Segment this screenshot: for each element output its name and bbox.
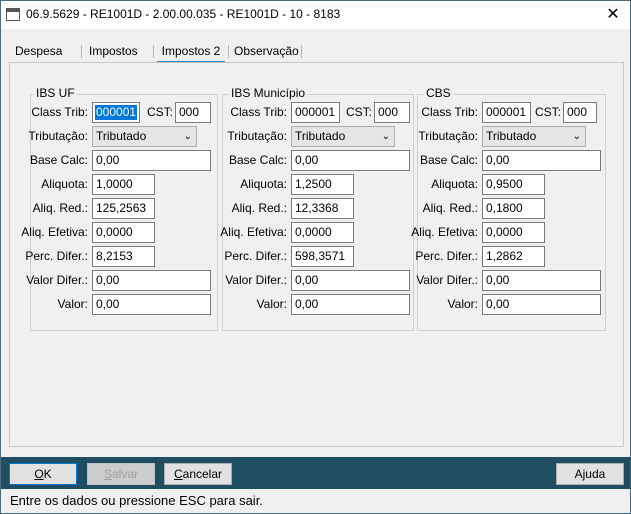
base-calc-label: Base Calc: <box>419 153 478 167</box>
perc-difer-label: Perc. Difer.: <box>224 249 287 263</box>
ajuda-button[interactable]: Ajuda <box>556 463 624 485</box>
salvar-accel: S <box>103 467 112 481</box>
aliq-red-label: Aliq. Red.: <box>422 201 478 215</box>
tab-strip: Despesa Impostos Impostos 2 Observação <box>1 41 630 63</box>
valor-difer-input[interactable]: 0,00 <box>92 270 211 291</box>
valor-difer-input[interactable]: 0,00 <box>482 270 601 291</box>
title-bar: 06.9.5629 - RE1001D - 2.00.00.035 - RE10… <box>1 1 630 29</box>
base-calc-label: Base Calc: <box>29 153 88 167</box>
ok-label-rest: K <box>43 467 52 481</box>
class-trib-value: 000001 <box>95 105 138 120</box>
chevron-down-icon: ⌄ <box>572 131 581 142</box>
aliquota-input[interactable]: 1,0000 <box>92 174 155 195</box>
tab-impostos[interactable]: Impostos <box>87 41 140 61</box>
aliq-red-input[interactable]: 12,3368 <box>291 198 354 219</box>
valor-difer-input[interactable]: 0,00 <box>291 270 410 291</box>
tab-separator <box>81 45 82 58</box>
salvar-button[interactable]: Salvar <box>87 463 155 485</box>
class-trib-input[interactable]: 000001 <box>291 102 340 123</box>
cancelar-label-rest: ancelar <box>182 467 223 481</box>
tributacao-select[interactable]: Tributado ⌄ <box>482 126 586 147</box>
dialog-window: 06.9.5629 - RE1001D - 2.00.00.035 - RE10… <box>0 0 631 514</box>
group-title: CBS <box>424 86 453 100</box>
cst-label: CST: <box>345 105 372 119</box>
perc-difer-input[interactable]: 1,2862 <box>482 246 545 267</box>
aliq-efetiva-label: Aliq. Efetiva: <box>21 225 88 239</box>
aliq-efetiva-input[interactable]: 0,0000 <box>92 222 155 243</box>
cst-label: CST: <box>534 105 561 119</box>
class-trib-input[interactable]: 000001 <box>482 102 531 123</box>
base-calc-label: Base Calc: <box>228 153 287 167</box>
tributacao-value: Tributado <box>295 129 346 143</box>
valor-label: Valor: <box>57 297 88 311</box>
valor-input[interactable]: 0,00 <box>291 294 410 315</box>
perc-difer-label: Perc. Difer.: <box>25 249 88 263</box>
aliquota-label: Aliquota: <box>240 177 287 191</box>
group-title: IBS Município <box>229 86 308 100</box>
tab-separator <box>301 45 302 58</box>
tributacao-label: Tributação: <box>418 129 478 143</box>
tributacao-label: Tributação: <box>28 129 88 143</box>
ok-button[interactable]: OK <box>9 463 77 485</box>
tributacao-value: Tributado <box>486 129 537 143</box>
status-bar: Entre os dados ou pressione ESC para sai… <box>1 489 630 513</box>
perc-difer-label: Perc. Difer.: <box>415 249 478 263</box>
tab-separator <box>153 45 154 58</box>
perc-difer-input[interactable]: 8,2153 <box>92 246 155 267</box>
aliquota-label: Aliquota: <box>41 177 88 191</box>
perc-difer-input[interactable]: 598,3571 <box>291 246 354 267</box>
class-trib-label: Class Trib: <box>230 105 287 119</box>
valor-input[interactable]: 0,00 <box>92 294 211 315</box>
cst-input[interactable]: 000 <box>374 102 410 123</box>
valor-difer-label: Valor Difer.: <box>225 273 287 287</box>
tab-observacao[interactable]: Observação <box>232 41 301 61</box>
cst-input[interactable]: 000 <box>175 102 211 123</box>
tab-despesa[interactable]: Despesa <box>13 41 64 61</box>
tributacao-select[interactable]: Tributado ⌄ <box>291 126 395 147</box>
tributacao-value: Tributado <box>96 129 147 143</box>
salvar-label-rest: alvar <box>112 467 139 481</box>
status-text: Entre os dados ou pressione ESC para sai… <box>10 493 263 508</box>
cst-label: CST: <box>146 105 173 119</box>
aliq-red-label: Aliq. Red.: <box>32 201 88 215</box>
tributacao-select[interactable]: Tributado ⌄ <box>92 126 197 147</box>
ok-accel: O <box>34 467 44 481</box>
group-title: IBS UF <box>34 86 77 100</box>
aliquota-label: Aliquota: <box>431 177 478 191</box>
base-calc-input[interactable]: 0,00 <box>92 150 211 171</box>
valor-difer-label: Valor Difer.: <box>416 273 478 287</box>
class-trib-label: Class Trib: <box>31 105 88 119</box>
aliq-efetiva-input[interactable]: 0,0000 <box>482 222 545 243</box>
aliq-red-input[interactable]: 125,2563 <box>92 198 155 219</box>
cancelar-accel: C <box>173 467 183 481</box>
aliq-red-input[interactable]: 0,1800 <box>482 198 545 219</box>
valor-label: Valor: <box>447 297 478 311</box>
aliq-red-label: Aliq. Red.: <box>231 201 287 215</box>
valor-label: Valor: <box>256 297 287 311</box>
aliq-efetiva-input[interactable]: 0,0000 <box>291 222 354 243</box>
chevron-down-icon: ⌄ <box>183 131 192 142</box>
cancelar-button[interactable]: Cancelar <box>164 463 232 485</box>
aliq-efetiva-label: Aliq. Efetiva: <box>220 225 287 239</box>
valor-input[interactable]: 0,00 <box>482 294 601 315</box>
class-trib-label: Class Trib: <box>421 105 478 119</box>
aliquota-input[interactable]: 0,9500 <box>482 174 545 195</box>
tab-impostos-2[interactable]: Impostos 2 <box>157 41 225 63</box>
window-title: 06.9.5629 - RE1001D - 2.00.00.035 - RE10… <box>26 7 341 21</box>
aliquota-input[interactable]: 1,2500 <box>291 174 354 195</box>
aliq-efetiva-label: Aliq. Efetiva: <box>411 225 478 239</box>
class-trib-input[interactable]: 000001 <box>92 102 140 123</box>
base-calc-input[interactable]: 0,00 <box>482 150 601 171</box>
close-icon[interactable]: ✕ <box>599 4 627 26</box>
valor-difer-label: Valor Difer.: <box>26 273 88 287</box>
cst-input[interactable]: 000 <box>563 102 597 123</box>
base-calc-input[interactable]: 0,00 <box>291 150 410 171</box>
tributacao-label: Tributação: <box>227 129 287 143</box>
window-icon <box>6 8 20 21</box>
tab-separator <box>228 45 229 58</box>
chevron-down-icon: ⌄ <box>381 131 390 142</box>
